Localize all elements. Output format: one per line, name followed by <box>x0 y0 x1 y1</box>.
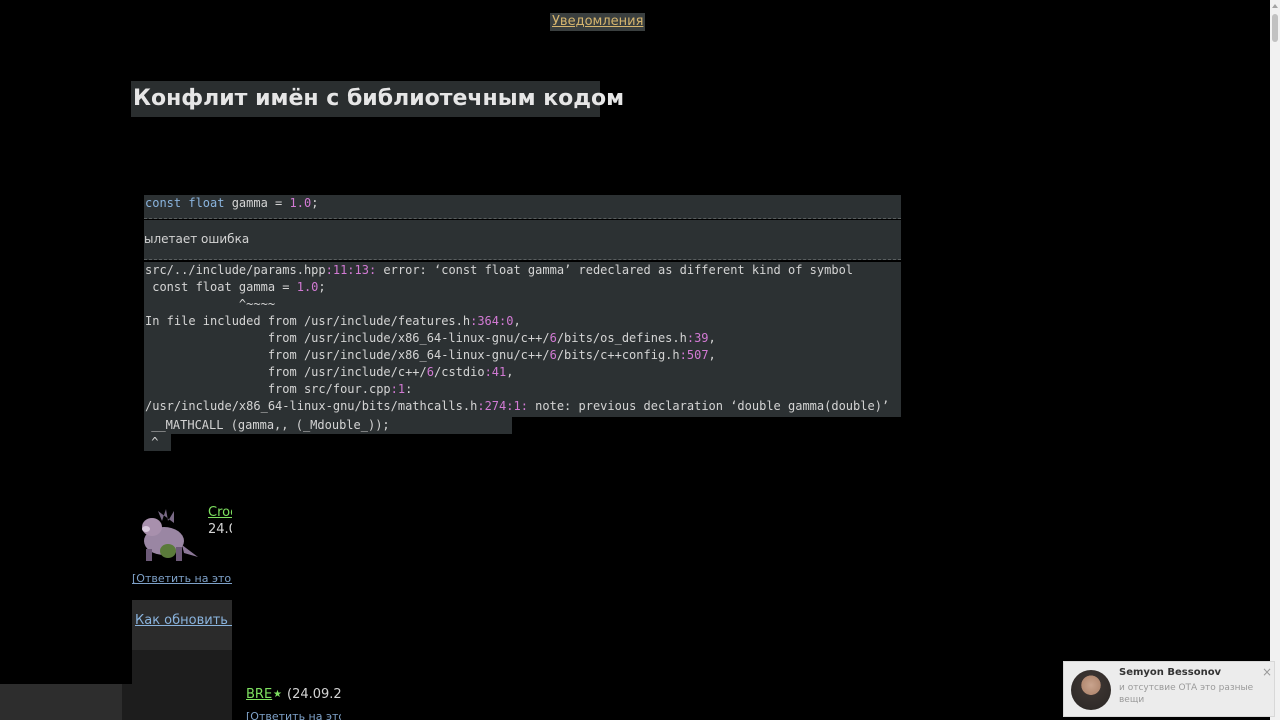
code-token: from /usr/include/x86_64-linux-gnu/c++/ <box>145 331 550 345</box>
comment-item: BRE ★ (24.09.2017 [Ответить на это сообщ… <box>232 684 341 720</box>
left-panel <box>0 684 122 720</box>
comment-title-link[interactable]: Как обновить R <box>135 613 232 628</box>
code-block: const float gamma = 1.0; <box>144 195 901 219</box>
code-token: , <box>506 365 514 379</box>
comment-date: 24.09.2017 <box>208 522 232 537</box>
code-token: :41 <box>484 365 507 379</box>
code-token: const float <box>145 196 225 210</box>
code-token: /bits/c++config.h <box>556 348 680 362</box>
scrollbar-thumb[interactable] <box>1272 14 1278 42</box>
code-token: 1.0 <box>296 280 319 294</box>
code-token: :39 <box>686 331 709 345</box>
star-icon: ★ <box>273 689 282 700</box>
code-token: gamma = <box>224 196 290 210</box>
error-output-line: from src/four.cpp:1: <box>144 381 901 398</box>
close-icon[interactable]: × <box>1262 666 1272 678</box>
scrollbar[interactable] <box>1270 0 1280 720</box>
error-output-line: from /usr/include/x86_64-linux-gnu/c++/6… <box>144 330 901 347</box>
error-output-line: from /usr/include/x86_64-linux-gnu/c++/6… <box>144 347 901 364</box>
notification-toast[interactable]: Semyon Bessonov и отсутсвие ОТА это разн… <box>1063 661 1275 717</box>
code-token: :1 <box>390 382 406 396</box>
code-token: :274:1: <box>477 399 528 413</box>
left-panel <box>122 684 132 720</box>
scroll-up-icon[interactable] <box>1272 4 1278 8</box>
code-token: :507 <box>679 348 709 362</box>
comment-author-link[interactable]: Croc <box>208 505 232 520</box>
code-token: ; <box>311 196 319 210</box>
notifications-link[interactable]: Уведомления <box>550 13 646 31</box>
avatar <box>142 509 198 561</box>
reply-link[interactable]: [Ответить на это сообщение] <box>132 572 232 585</box>
error-output-line: const float gamma = 1.0; <box>144 279 901 296</box>
error-output-line: ^ <box>144 434 171 451</box>
error-output-line: from /usr/include/c++/6/cstdio:41, <box>144 364 901 381</box>
error-output-line: __MATHCALL (gamma,, (_Mdouble_)); <box>144 417 512 434</box>
comment-date: (24.09.2017 <box>287 687 341 702</box>
code-token: /usr/include/x86_64-linux-gnu/bits/mathc… <box>145 399 478 413</box>
code-token: /bits/os_defines.h <box>556 331 687 345</box>
error-output-line: /usr/include/x86_64-linux-gnu/bits/mathc… <box>144 398 901 415</box>
code-token: src/../include/params.hpp <box>145 263 326 277</box>
code-token: /cstdio <box>434 365 485 379</box>
code-token: : <box>405 382 413 396</box>
avatar <box>1071 670 1111 710</box>
toast-message: и отсутсвие ОТА это разные вещи <box>1119 683 1254 705</box>
code-token: ; <box>318 280 326 294</box>
reply-link[interactable]: [Ответить на это сообщение] <box>246 710 341 720</box>
comment-author-link[interactable]: BRE <box>246 687 272 702</box>
toast-sender-name: Semyon Bessonov <box>1119 667 1222 678</box>
error-output-block: src/../include/params.hpp:11:13: error: … <box>144 262 901 417</box>
code-token: , <box>708 331 716 345</box>
code-token: from /usr/include/x86_64-linux-gnu/c++/ <box>145 348 550 362</box>
code-token: In file included from /usr/include/featu… <box>145 314 471 328</box>
comment-background <box>132 650 232 720</box>
code-token: ^~~~~ <box>145 297 276 311</box>
code-token: from src/four.cpp <box>145 382 391 396</box>
code-token: :364:0 <box>470 314 514 328</box>
code-token: 1.0 <box>289 196 312 210</box>
code-token: , <box>708 348 716 362</box>
error-output-line: In file included from /usr/include/featu… <box>144 313 901 330</box>
code-token: note: previous declaration ‘double gamma… <box>527 399 890 413</box>
code-token: 6 <box>549 348 557 362</box>
code-token: from /usr/include/c++/ <box>145 365 427 379</box>
comment-item: Croc 24.09.2017 [Ответить на это сообщен… <box>132 505 232 720</box>
code-token: 6 <box>426 365 434 379</box>
code-token: error: ‘const float gamma’ redeclared as… <box>376 263 854 277</box>
error-output-line: src/../include/params.hpp:11:13: error: … <box>144 262 901 279</box>
error-output-line: ^~~~~ <box>144 296 901 313</box>
code-token: :11:13: <box>325 263 377 277</box>
comment-text: ылетает ошибка <box>144 220 901 260</box>
code-token: const float gamma = <box>145 280 297 294</box>
code-token: 6 <box>549 331 557 345</box>
page-title: Конфлит имён с библиотечным кодом <box>131 81 624 117</box>
code-token: , <box>513 314 521 328</box>
